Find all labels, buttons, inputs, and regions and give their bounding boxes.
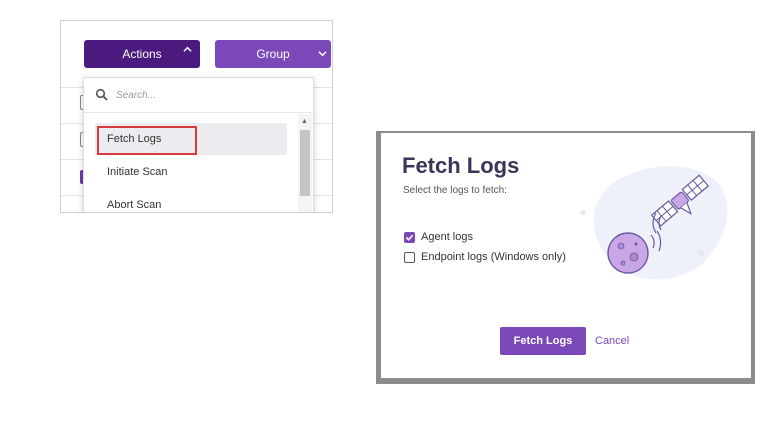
fetch-logs-modal: Fetch Logs Select the logs to fetch: Age… — [381, 133, 751, 378]
search-icon — [95, 88, 109, 102]
actions-button-label: Actions — [122, 47, 162, 61]
group-button-label: Group — [256, 47, 290, 61]
satellite-illustration — [573, 153, 733, 293]
menu-item-initiate-scan[interactable]: Initiate Scan — [95, 156, 287, 188]
modal-title: Fetch Logs — [402, 153, 520, 178]
group-button[interactable]: Group — [215, 40, 331, 68]
actions-button[interactable]: Actions — [84, 40, 200, 68]
scrollbar-thumb[interactable] — [300, 130, 310, 196]
menu-item-label: Initiate Scan — [107, 166, 168, 178]
chevron-up-icon — [183, 45, 192, 57]
cancel-button[interactable]: Cancel — [595, 335, 629, 347]
menu-item-label: Abort Scan — [107, 199, 162, 211]
scrollbar[interactable]: ▲ — [298, 114, 312, 212]
actions-panel: Actions Group Fetch Logs Initiate Scan A… — [60, 20, 333, 213]
checkbox[interactable] — [404, 251, 415, 263]
option-endpoint-logs[interactable]: Endpoint logs (Windows only) — [404, 251, 566, 263]
option-agent-logs[interactable]: Agent logs — [404, 231, 473, 243]
highlight-box — [97, 126, 197, 155]
menu-item-abort-scan[interactable]: Abort Scan — [95, 189, 287, 212]
actions-dropdown-menu: Fetch Logs Initiate Scan Abort Scan ▲ — [83, 77, 314, 212]
option-label: Endpoint logs (Windows only) — [421, 251, 566, 263]
dropdown-search — [84, 78, 313, 113]
option-label: Agent logs — [421, 231, 473, 243]
modal-subtitle: Select the logs to fetch: — [403, 185, 507, 196]
fetch-logs-button[interactable]: Fetch Logs — [500, 327, 586, 355]
search-input[interactable] — [114, 88, 288, 102]
scroll-up-icon[interactable]: ▲ — [301, 118, 308, 125]
checkbox-checked[interactable] — [404, 231, 415, 243]
chevron-down-icon — [318, 47, 327, 61]
